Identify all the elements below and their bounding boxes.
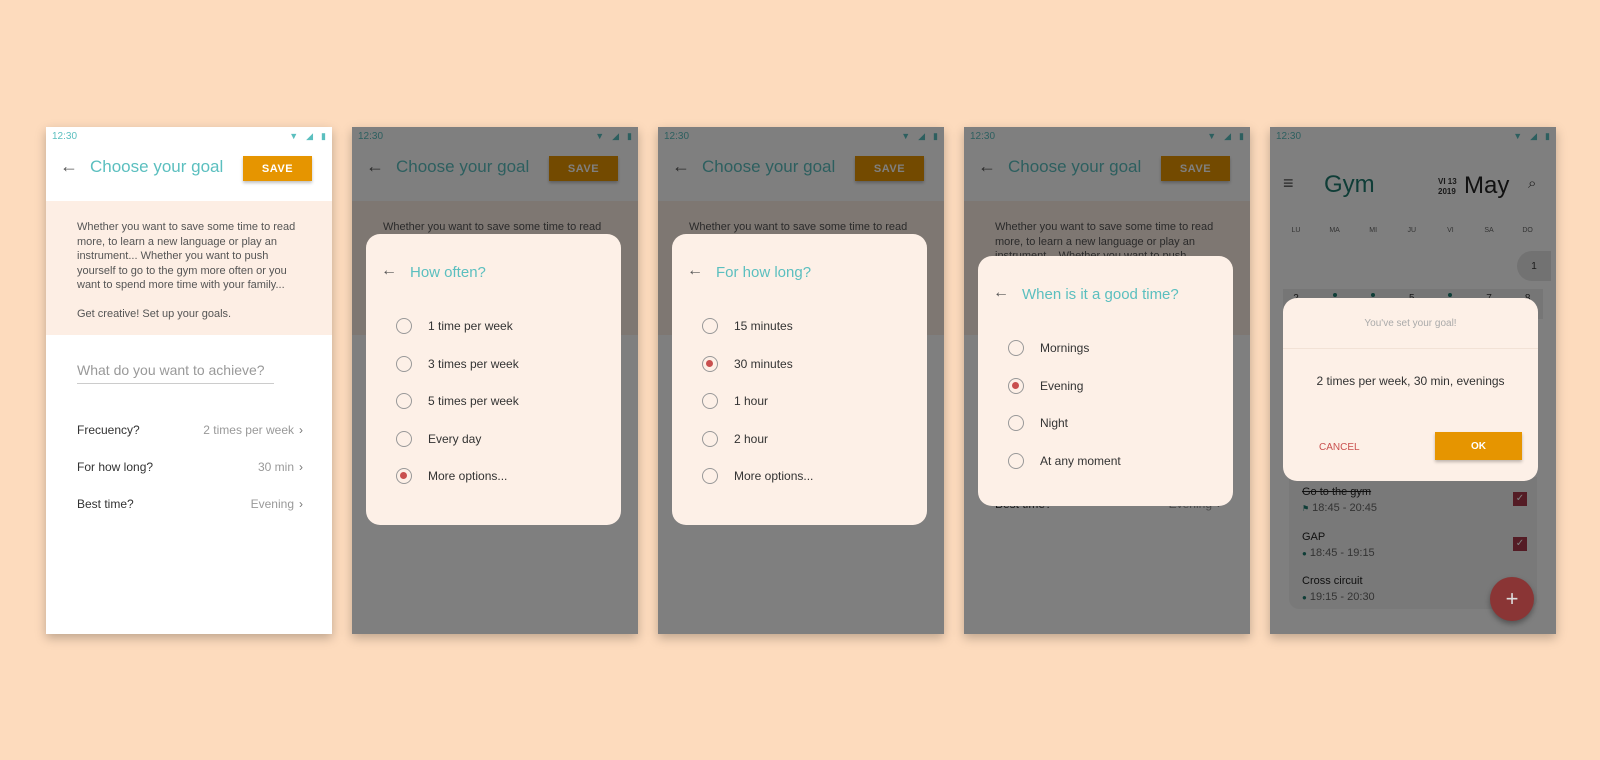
radio-button[interactable] (702, 430, 718, 447)
setting-value: Evening › (251, 497, 303, 511)
radio-option[interactable]: Mornings (1008, 340, 1089, 356)
back-arrow-icon[interactable]: ← (687, 262, 703, 280)
intro-cta: Get creative! Set up your goals. (77, 307, 232, 320)
phone-screen: 12:30▼◢▮≡GymVI 132019May⌕LUMAMIJUVISADO1… (1270, 127, 1556, 634)
goal-input[interactable]: What do you want to achieve? (77, 360, 274, 384)
confirm-dialog: You've set your goal! 2 times per week, 3… (1283, 298, 1538, 481)
option-label: More options... (428, 469, 508, 483)
radio-button[interactable] (1008, 340, 1024, 356)
option-label: Night (1040, 416, 1069, 430)
radio-button[interactable] (396, 318, 412, 334)
confirm-message: 2 times per week, 30 min, evenings (1316, 374, 1505, 388)
page-title: Choose your goal (90, 157, 224, 176)
phone-screen: 12:30 ▼ ◢ ▮ ← Choose your goal SAVE Whether you… (46, 127, 332, 634)
signal-icon: ◢ (306, 131, 314, 141)
radio-option[interactable]: Night (1008, 415, 1068, 431)
confirm-title: You've set your goal! (1364, 318, 1457, 329)
radio-button[interactable] (396, 393, 412, 409)
chevron-right-icon: › (299, 423, 303, 437)
option-dialog: ← For how long? 15 minutes 30 minutes 1 hour… (672, 234, 927, 525)
option-label: 1 time per week (428, 319, 513, 333)
goal-input-placeholder: What do you want to achieve? (77, 362, 265, 378)
phone-screen: 12:30▼◢▮←Choose your goalSAVEWhether you… (658, 127, 944, 634)
wifi-icon: ▼ (289, 131, 299, 141)
option-label: Mornings (1040, 341, 1090, 355)
intro-text: Whether you want to save some time to re… (77, 221, 296, 291)
radio-button[interactable] (1008, 415, 1024, 431)
radio-button[interactable] (702, 393, 718, 409)
option-label: 5 times per week (428, 394, 519, 408)
radio-option[interactable]: 30 minutes (702, 355, 793, 372)
radio-button[interactable] (702, 468, 718, 484)
radio-button[interactable] (1008, 452, 1024, 469)
chevron-right-icon: › (299, 497, 303, 511)
radio-button[interactable] (396, 430, 412, 447)
radio-option[interactable]: 5 times per week (396, 393, 519, 409)
radio-option[interactable]: 2 hour (702, 430, 769, 447)
option-label: 15 minutes (734, 319, 793, 333)
dialog-title: How often? (410, 264, 486, 281)
save-button[interactable]: SAVE (243, 156, 312, 181)
back-arrow-icon[interactable]: ← (993, 284, 1009, 302)
status-bar: 12:30 ▼ ◢ ▮ (46, 127, 332, 145)
option-label: Evening (1040, 378, 1084, 393)
option-label: Every day (428, 431, 482, 446)
option-label: 2 hour (734, 431, 769, 446)
status-icons: ▼ ◢ ▮ (289, 131, 326, 142)
setting-row[interactable]: Best time? Evening › (77, 497, 303, 511)
dialog-title: For how long? (716, 264, 812, 281)
radio-option[interactable]: At any moment (1008, 452, 1121, 469)
add-fab-button[interactable]: + (1490, 577, 1534, 621)
chevron-right-icon: › (299, 460, 303, 474)
radio-option[interactable]: Every day (396, 430, 482, 447)
setting-row[interactable]: For how long? 30 min › (77, 460, 303, 474)
radio-option[interactable]: 1 time per week (396, 318, 513, 334)
setting-value-text: Evening (250, 497, 294, 511)
radio-option[interactable]: Evening (1008, 377, 1084, 394)
radio-option[interactable]: More options... (702, 468, 813, 484)
radio-option[interactable]: 15 minutes (702, 318, 793, 334)
back-arrow-icon[interactable]: ← (381, 262, 397, 280)
radio-button[interactable] (396, 468, 412, 484)
battery-icon: ▮ (321, 131, 326, 141)
option-label: 1 hour (734, 394, 769, 408)
intro-section: Whether you want to save some time to re… (46, 201, 332, 335)
ok-button[interactable]: OK (1435, 432, 1522, 460)
phone-screen: 12:30▼◢▮←Choose your goalSAVEWhether you… (352, 127, 638, 634)
radio-button[interactable] (702, 355, 718, 372)
divider (1283, 348, 1538, 349)
option-label: 30 minutes (734, 356, 793, 371)
setting-value: 30 min › (258, 460, 303, 474)
setting-label: For how long? (77, 460, 154, 474)
setting-label: Frecuency? (77, 423, 140, 437)
setting-value-text: 30 min (257, 460, 294, 474)
back-arrow-icon[interactable]: ← (60, 156, 78, 177)
dialog-title: When is it a good time? (1022, 286, 1179, 303)
radio-option[interactable]: 3 times per week (396, 355, 519, 372)
cancel-button[interactable]: CANCEL (1319, 442, 1360, 453)
status-time: 12:30 (52, 131, 78, 142)
radio-button[interactable] (396, 355, 412, 372)
phone-screen: 12:30▼◢▮←Choose your goalSAVEWhether you… (964, 127, 1250, 634)
radio-button[interactable] (702, 318, 718, 334)
option-label: 3 times per week (428, 356, 519, 371)
setting-value: 2 times per week › (203, 423, 303, 437)
setting-row[interactable]: Frecuency? 2 times per week › (77, 423, 303, 437)
radio-option[interactable]: 1 hour (702, 393, 768, 409)
option-label: More options... (734, 469, 814, 483)
option-label: At any moment (1040, 453, 1121, 468)
radio-button[interactable] (1008, 377, 1024, 394)
option-dialog: ← How often? 1 time per week 3 times per we… (366, 234, 621, 525)
option-dialog: ← When is it a good time? Mornings Evening N… (978, 256, 1233, 506)
radio-option[interactable]: More options... (396, 468, 507, 484)
setting-label: Best time? (77, 497, 134, 511)
setting-value-text: 2 times per week (203, 423, 294, 437)
